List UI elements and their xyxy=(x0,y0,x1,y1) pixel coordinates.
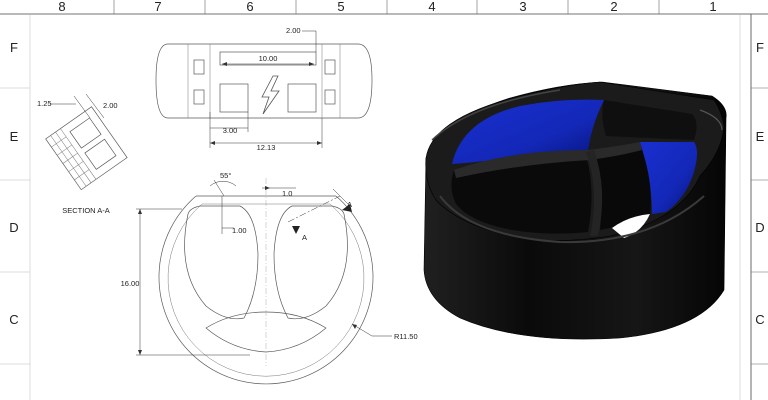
section-mark-a-lower: A xyxy=(302,233,307,242)
column-zone-labels: 8 7 6 5 4 3 2 1 xyxy=(58,0,716,14)
zone-row-d-right: D xyxy=(755,220,764,235)
dim-top-10: 10.00 xyxy=(259,54,278,63)
zone-col-6: 6 xyxy=(246,0,253,14)
dim-front-1-0: 1.0 xyxy=(282,189,292,198)
zone-col-2: 2 xyxy=(610,0,617,14)
zone-row-e-left: E xyxy=(10,129,19,144)
zone-col-4: 4 xyxy=(428,0,435,14)
dim-front-16: 16.00 xyxy=(121,279,140,288)
section-caption: SECTION A-A xyxy=(62,206,110,215)
zone-row-c-left: C xyxy=(9,312,18,327)
dim-angle-55: 55° xyxy=(220,171,231,180)
isometric-render xyxy=(423,81,727,340)
dim-front-radius: R11.50 xyxy=(394,332,418,341)
zone-col-3: 3 xyxy=(519,0,526,14)
zone-col-1: 1 xyxy=(709,0,716,14)
dim-top-3: 3.00 xyxy=(223,126,238,135)
top-view: 10.00 2.00 3.00 12.13 xyxy=(155,26,373,152)
front-view: 55° 1.0 1.00 16.00 R11.50 A A xyxy=(121,171,418,385)
zone-row-f-left: F xyxy=(10,40,18,55)
zone-row-f-right: F xyxy=(756,40,764,55)
section-mark-a-upper: A xyxy=(347,200,352,209)
section-view: 1.25 2.00 SECTION A-A xyxy=(37,93,128,215)
dim-section-2: 2.00 xyxy=(103,101,118,110)
zone-col-5: 5 xyxy=(337,0,344,14)
zone-row-d-left: D xyxy=(9,220,18,235)
zone-col-7: 7 xyxy=(154,0,161,14)
drawing-sheet: 8 7 6 5 4 3 2 1 F E D C F E D C 10.00 2.… xyxy=(0,0,768,400)
lightning-bolt-icon xyxy=(261,75,280,115)
dim-top-2: 2.00 xyxy=(286,26,301,35)
dim-top-12-13: 12.13 xyxy=(257,143,276,152)
dim-section-1-25: 1.25 xyxy=(37,99,52,108)
zone-row-e-right: E xyxy=(756,129,765,144)
dim-front-1-00: 1.00 xyxy=(232,226,247,235)
zone-row-c-right: C xyxy=(755,312,764,327)
zone-col-8: 8 xyxy=(58,0,65,14)
